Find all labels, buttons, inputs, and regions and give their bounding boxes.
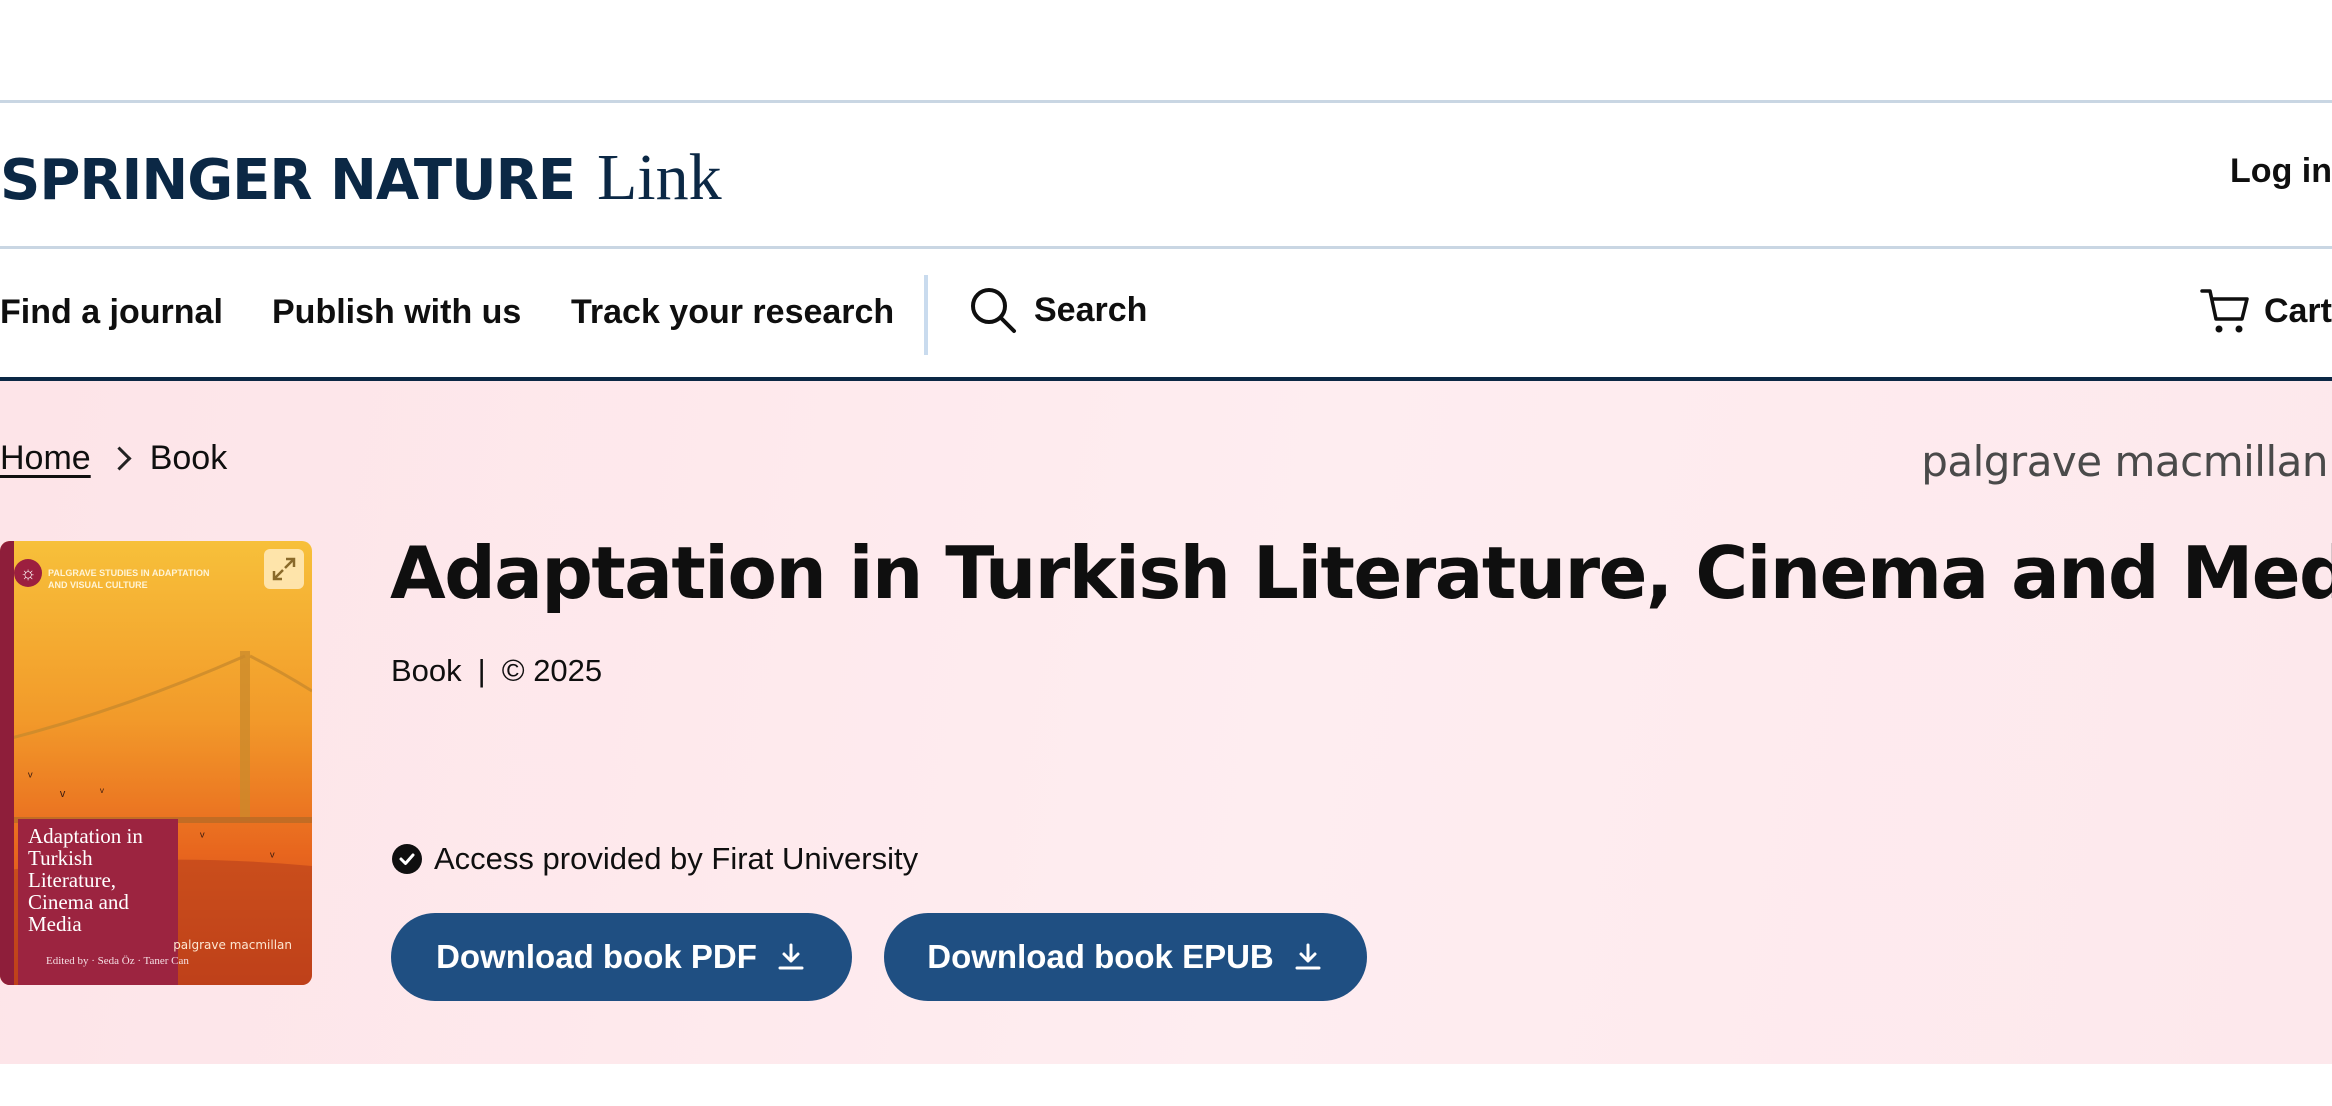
download-epub-label: Download book EPUB — [927, 938, 1274, 975]
publisher-logo[interactable]: palgrave macmillan — [1921, 437, 2328, 486]
svg-text:ᵛ: ᵛ — [99, 785, 104, 799]
search-button[interactable]: Search — [968, 285, 1147, 335]
meta-separator: | — [477, 653, 486, 688]
main-nav: Find a journal Publish with us Track you… — [0, 249, 2332, 377]
access-text: Access provided by Firat University — [434, 841, 919, 876]
check-circle-icon — [392, 844, 422, 874]
springer-nature-link-logo[interactable]: SPRINGER NATURE Link — [0, 140, 722, 214]
cover-editors: Edited by · Seda Öz · Taner Can — [46, 955, 189, 967]
download-pdf-button[interactable]: Download book PDF — [391, 913, 852, 1001]
search-icon — [971, 288, 1016, 333]
expand-cover-button[interactable] — [264, 549, 304, 589]
download-icon — [1295, 943, 1321, 970]
download-pdf-label: Download book PDF — [436, 938, 757, 975]
breadcrumb-current: Book — [149, 439, 228, 477]
nav-track-research[interactable]: Track your research — [571, 293, 894, 332]
cover-spine — [0, 541, 14, 985]
nav-publish-with-us[interactable]: Publish with us — [272, 293, 521, 332]
download-icon — [778, 943, 804, 970]
cart-label: Cart — [2263, 291, 2332, 330]
nav-find-journal[interactable]: Find a journal — [0, 293, 223, 332]
expand-icon — [272, 557, 296, 581]
chevron-right-icon — [107, 446, 132, 471]
svg-text:ᵛ: ᵛ — [59, 788, 66, 805]
svg-text:ᵛ: ᵛ — [27, 768, 33, 784]
book-cover[interactable]: ᵛ ᵛ ᵛ ᵛ ᵛ ☼ PALGRAVE STUDIES IN ADAPTATI… — [0, 541, 312, 985]
cover-series-text: PALGRAVE STUDIES IN ADAPTATION AND VISUA… — [48, 568, 210, 590]
nav-divider — [924, 275, 928, 355]
book-title: Adaptation in Turkish Literature, Cinema… — [390, 531, 2332, 615]
breadcrumb-home[interactable]: Home — [0, 439, 91, 478]
download-epub-button[interactable]: Download book EPUB — [884, 913, 1367, 1001]
cover-title-text: Adaptation in Turkish Literature, Cinema… — [28, 824, 143, 936]
logo-link-text: Link — [596, 141, 722, 214]
book-hero: Home Book palgrave macmillan ᵛ ᵛ ᵛ ᵛ ᵛ ☼… — [0, 381, 2332, 1064]
book-meta: Book | © 2025 — [391, 653, 602, 689]
svg-text:ᵛ: ᵛ — [199, 828, 205, 844]
search-label: Search — [1034, 290, 1148, 329]
access-notice: Access provided by Firat University — [392, 841, 918, 877]
cover-publisher-mark: palgrave macmillan — [173, 938, 292, 952]
book-copyright: © 2025 — [501, 653, 603, 688]
breadcrumb: Home Book — [0, 439, 227, 478]
cover-series-emblem-icon: ☼ — [14, 559, 42, 587]
cart-icon — [2200, 289, 2249, 333]
cart-button[interactable]: Cart — [2200, 287, 2332, 335]
svg-text:ᵛ: ᵛ — [269, 848, 275, 864]
book-type: Book — [391, 653, 462, 688]
login-link[interactable]: Log in — [2230, 152, 2332, 191]
logo-brand-text: SPRINGER NATURE — [0, 148, 576, 213]
